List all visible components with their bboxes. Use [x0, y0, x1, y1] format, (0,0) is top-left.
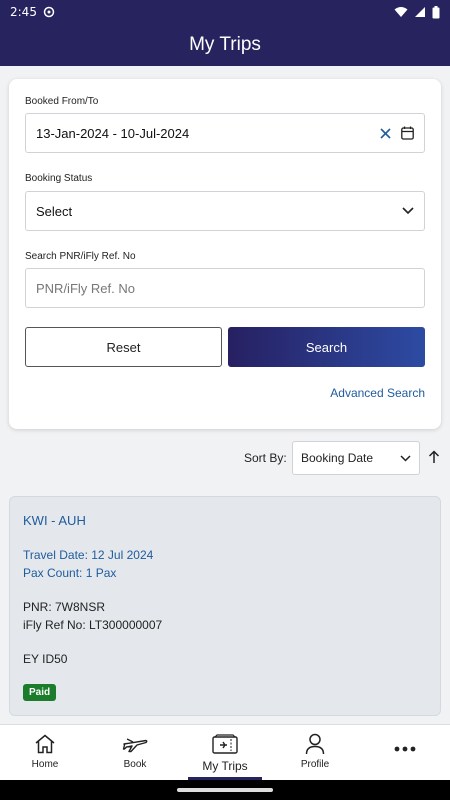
nav-label-my-trips: My Trips [202, 759, 248, 773]
search-filter-card: Booked From/To 13-Jan-2024 - 10-Jul-2024… [9, 79, 441, 429]
date-range-field[interactable]: 13-Jan-2024 - 10-Jul-2024 [25, 113, 425, 153]
advanced-search-link[interactable]: Advanced Search [330, 386, 425, 400]
chevron-down-icon [400, 454, 411, 462]
booking-status-select[interactable]: Select [25, 191, 425, 231]
booking-status-value: Select [36, 203, 73, 219]
more-icon [394, 746, 416, 752]
nav-item-home[interactable]: Home [0, 725, 90, 780]
booked-from-to-label: Booked From/To [25, 96, 99, 107]
nav-label-profile: Profile [300, 759, 330, 770]
app-bar: My Trips [0, 24, 450, 66]
bottom-navigation: Home Book My Trips Profile [0, 724, 450, 780]
nav-item-profile[interactable]: Profile [270, 725, 360, 780]
ticket-icon [212, 734, 238, 754]
trip-route: KWI - AUH [23, 513, 86, 528]
search-button-label: Search [305, 339, 348, 355]
date-range-value: 13-Jan-2024 - 10-Jul-2024 [36, 125, 190, 141]
wifi-icon [394, 7, 408, 17]
trip-travel-date: Travel Date: 12 Jul 2024 [23, 548, 154, 562]
trip-flight-number: EY ID50 [23, 652, 68, 666]
nav-label-book: Book [123, 759, 147, 770]
pnr-placeholder: PNR/iFly Ref. No [36, 280, 135, 296]
sort-direction-icon[interactable] [428, 450, 440, 464]
pnr-search-input[interactable]: PNR/iFly Ref. No [25, 268, 425, 308]
person-icon [305, 733, 325, 755]
booking-status-label: Booking Status [25, 173, 93, 184]
status-badge: Paid [23, 684, 57, 701]
plane-icon [122, 738, 148, 753]
trip-card[interactable]: KWI - AUH Travel Date: 12 Jul 2024 Pax C… [9, 496, 441, 716]
trip-pax-count: Pax Count: 1 Pax [23, 566, 117, 580]
status-icons [394, 5, 440, 19]
nav-item-my-trips[interactable]: My Trips [180, 725, 270, 780]
page-title: My Trips [189, 34, 261, 55]
sort-by-value: Booking Date [301, 451, 374, 465]
reset-button-label: Reset [106, 339, 141, 355]
trip-pnr: PNR: 7W8NSR [23, 600, 106, 614]
nav-item-book[interactable]: Book [90, 725, 180, 780]
sort-by-label: Sort By: [244, 451, 287, 465]
pnr-search-label: Search PNR/iFly Ref. No [25, 251, 136, 262]
sort-by-select[interactable]: Booking Date [292, 441, 420, 475]
battery-icon [432, 5, 440, 18]
home-indicator[interactable] [177, 788, 273, 792]
system-navigation-bar [0, 780, 450, 800]
status-time: 2:45 [10, 5, 37, 19]
calendar-icon[interactable] [401, 126, 414, 140]
clear-icon[interactable] [380, 127, 391, 139]
nav-label-home: Home [31, 759, 59, 770]
nav-item-more[interactable] [360, 725, 450, 780]
status-bar: 2:45 [0, 0, 450, 24]
reset-button[interactable]: Reset [25, 327, 222, 367]
trip-ifly-ref: iFly Ref No: LT300000007 [23, 618, 163, 632]
home-icon [35, 734, 55, 754]
search-button[interactable]: Search [228, 327, 425, 367]
chevron-down-icon [402, 207, 414, 215]
signal-icon [415, 7, 425, 17]
settings-status-icon [43, 6, 55, 18]
